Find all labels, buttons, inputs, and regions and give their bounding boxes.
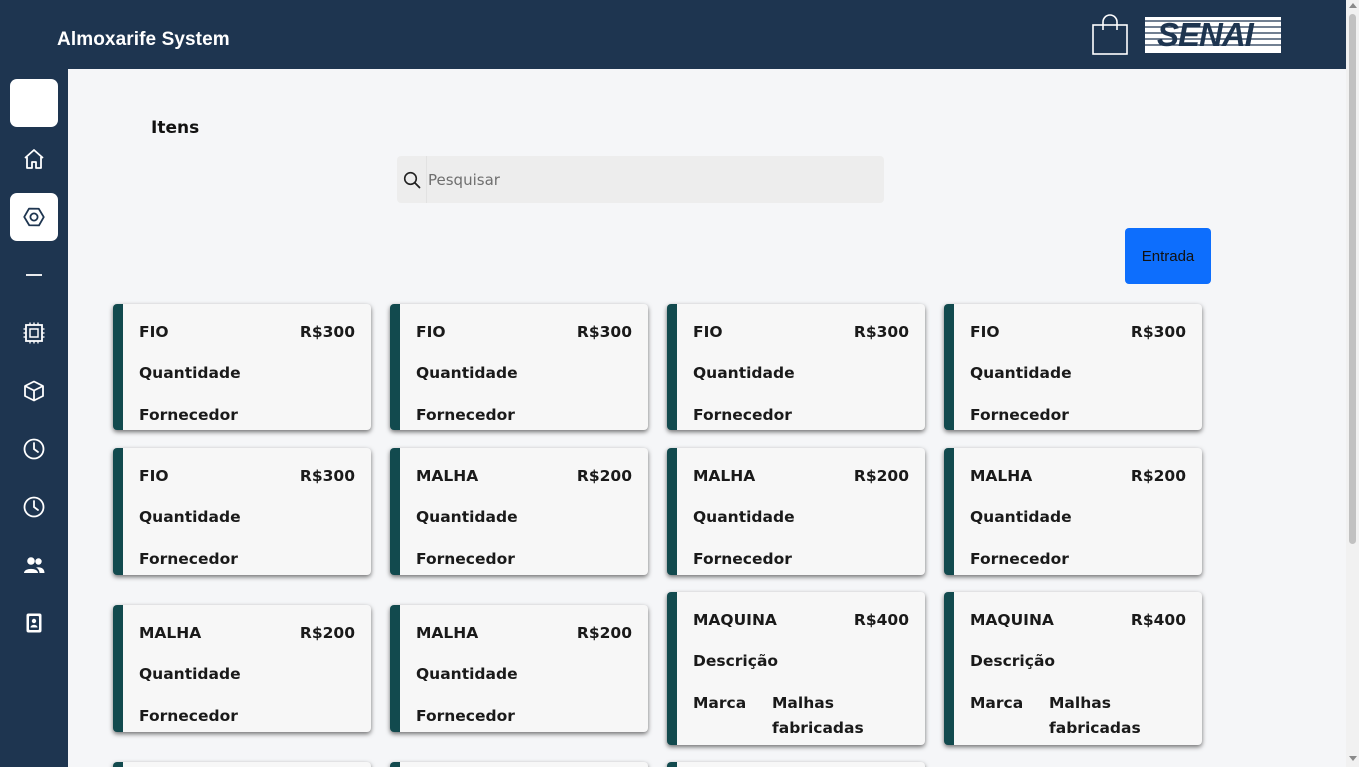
item-card[interactable]: MALHA R$200 Quantidade Fornecedor: [667, 448, 925, 575]
item-card[interactable]: [667, 762, 925, 767]
item-price: R$300: [1130, 323, 1186, 341]
item-supplier: Fornecedor: [693, 406, 792, 424]
search-bar: [397, 156, 884, 203]
entrada-button[interactable]: Entrada: [1125, 228, 1211, 284]
item-price: R$200: [1130, 467, 1186, 485]
item-brand: Marca: [970, 694, 1024, 712]
item-name: MAQUINA: [970, 611, 1054, 629]
cpu-icon: [23, 322, 45, 344]
item-supplier: Fornecedor: [139, 550, 238, 568]
sidebar-item-cpu[interactable]: [10, 309, 58, 357]
item-quantity: Quantidade: [693, 364, 795, 382]
sidebar-item-users[interactable]: [10, 541, 58, 589]
item-brand: Marca: [693, 694, 747, 712]
sidebar-item-box[interactable]: [10, 367, 58, 415]
search-input[interactable]: [428, 156, 878, 203]
item-supplier: Fornecedor: [970, 406, 1069, 424]
shopping-bag-icon[interactable]: [1091, 14, 1129, 56]
people-icon: [24, 557, 45, 573]
item-card[interactable]: MAQUINA R$400 Descrição Marca Malhas fab…: [667, 592, 925, 745]
senai-logo: SENAI: [1145, 17, 1281, 53]
home-icon: [24, 149, 44, 169]
item-quantity: Quantidade: [139, 364, 241, 382]
item-quantity: Quantidade: [970, 364, 1072, 382]
item-price: R$400: [853, 611, 909, 629]
item-products: Malhas fabricadas: [1049, 694, 1141, 737]
sidebar: [0, 69, 68, 767]
item-name: MALHA: [970, 467, 1033, 485]
clock-icon: [23, 496, 45, 518]
item-name: FIO: [139, 323, 169, 341]
item-price: R$200: [299, 624, 355, 642]
item-name: MALHA: [139, 624, 202, 642]
logo-text: SENAI: [1157, 16, 1254, 53]
item-quantity: Quantidade: [416, 665, 518, 683]
item-card[interactable]: FIO R$300 Quantidade Fornecedor: [113, 304, 371, 430]
item-price: R$200: [576, 624, 632, 642]
item-price: R$300: [576, 323, 632, 341]
sidebar-item-badge[interactable]: [10, 599, 58, 647]
scroll-down-arrow-icon[interactable]: [1349, 756, 1357, 761]
item-price: R$200: [853, 467, 909, 485]
item-quantity: Quantidade: [970, 508, 1072, 526]
search-icon: [397, 156, 427, 203]
item-products: Malhas fabricadas: [772, 694, 864, 737]
item-card[interactable]: FIO R$300 Quantidade Fornecedor: [390, 304, 648, 430]
item-name: FIO: [139, 467, 169, 485]
minus-icon: [26, 274, 42, 276]
item-price: R$300: [853, 323, 909, 341]
clock-icon: [23, 438, 45, 460]
item-description: Descrição: [970, 652, 1056, 670]
sidebar-item-minus[interactable]: [10, 251, 58, 299]
item-card[interactable]: MALHA R$200 Quantidade Fornecedor: [390, 605, 648, 732]
item-price: R$300: [299, 467, 355, 485]
item-name: MALHA: [693, 467, 756, 485]
item-supplier: Fornecedor: [416, 550, 515, 568]
scroll-thumb[interactable]: [1349, 14, 1356, 544]
item-name: FIO: [970, 323, 1000, 341]
item-card[interactable]: MALHA R$200 Quantidade Fornecedor: [390, 448, 648, 575]
item-card[interactable]: MALHA R$200 Quantidade Fornecedor: [113, 605, 371, 732]
sidebar-item-history-2[interactable]: [10, 483, 58, 531]
item-name: FIO: [693, 323, 723, 341]
sidebar-item-items[interactable]: [10, 193, 58, 241]
item-quantity: Quantidade: [139, 665, 241, 683]
hexagon-nut-icon: [23, 207, 45, 227]
top-navbar: Almoxarife System SENAI: [0, 0, 1346, 69]
item-supplier: Fornecedor: [139, 707, 238, 725]
item-price: R$300: [299, 323, 355, 341]
sidebar-item-home[interactable]: [10, 135, 58, 183]
item-card[interactable]: FIO R$300 Quantidade Fornecedor: [944, 304, 1202, 430]
page-title: Itens: [151, 118, 200, 138]
item-supplier: Fornecedor: [416, 406, 515, 424]
app-title: Almoxarife System: [57, 29, 230, 50]
item-card[interactable]: [390, 762, 648, 767]
item-card[interactable]: FIO R$300 Quantidade Fornecedor: [113, 448, 371, 575]
item-name: FIO: [416, 323, 446, 341]
sidebar-item-history-1[interactable]: [10, 425, 58, 473]
item-supplier: Fornecedor: [693, 550, 792, 568]
item-quantity: Quantidade: [693, 508, 795, 526]
item-supplier: Fornecedor: [139, 406, 238, 424]
scroll-up-arrow-icon[interactable]: [1349, 3, 1357, 8]
item-supplier: Fornecedor: [416, 707, 515, 725]
item-supplier: Fornecedor: [970, 550, 1069, 568]
item-quantity: Quantidade: [416, 364, 518, 382]
item-card[interactable]: [113, 762, 371, 767]
item-description: Descrição: [693, 652, 779, 670]
item-name: MAQUINA: [693, 611, 777, 629]
item-quantity: Quantidade: [416, 508, 518, 526]
item-card[interactable]: MALHA R$200 Quantidade Fornecedor: [944, 448, 1202, 575]
item-quantity: Quantidade: [139, 508, 241, 526]
device-badge-icon: [26, 613, 42, 633]
item-name: MALHA: [416, 467, 479, 485]
item-price: R$200: [576, 467, 632, 485]
item-card[interactable]: MAQUINA R$400 Descrição Marca Malhas fab…: [944, 592, 1202, 745]
item-card[interactable]: FIO R$300 Quantidade Fornecedor: [667, 304, 925, 430]
item-name: MALHA: [416, 624, 479, 642]
item-price: R$400: [1130, 611, 1186, 629]
sidebar-item-blank[interactable]: [10, 79, 58, 127]
scrollbar[interactable]: [1346, 0, 1359, 767]
box-icon: [24, 380, 44, 402]
